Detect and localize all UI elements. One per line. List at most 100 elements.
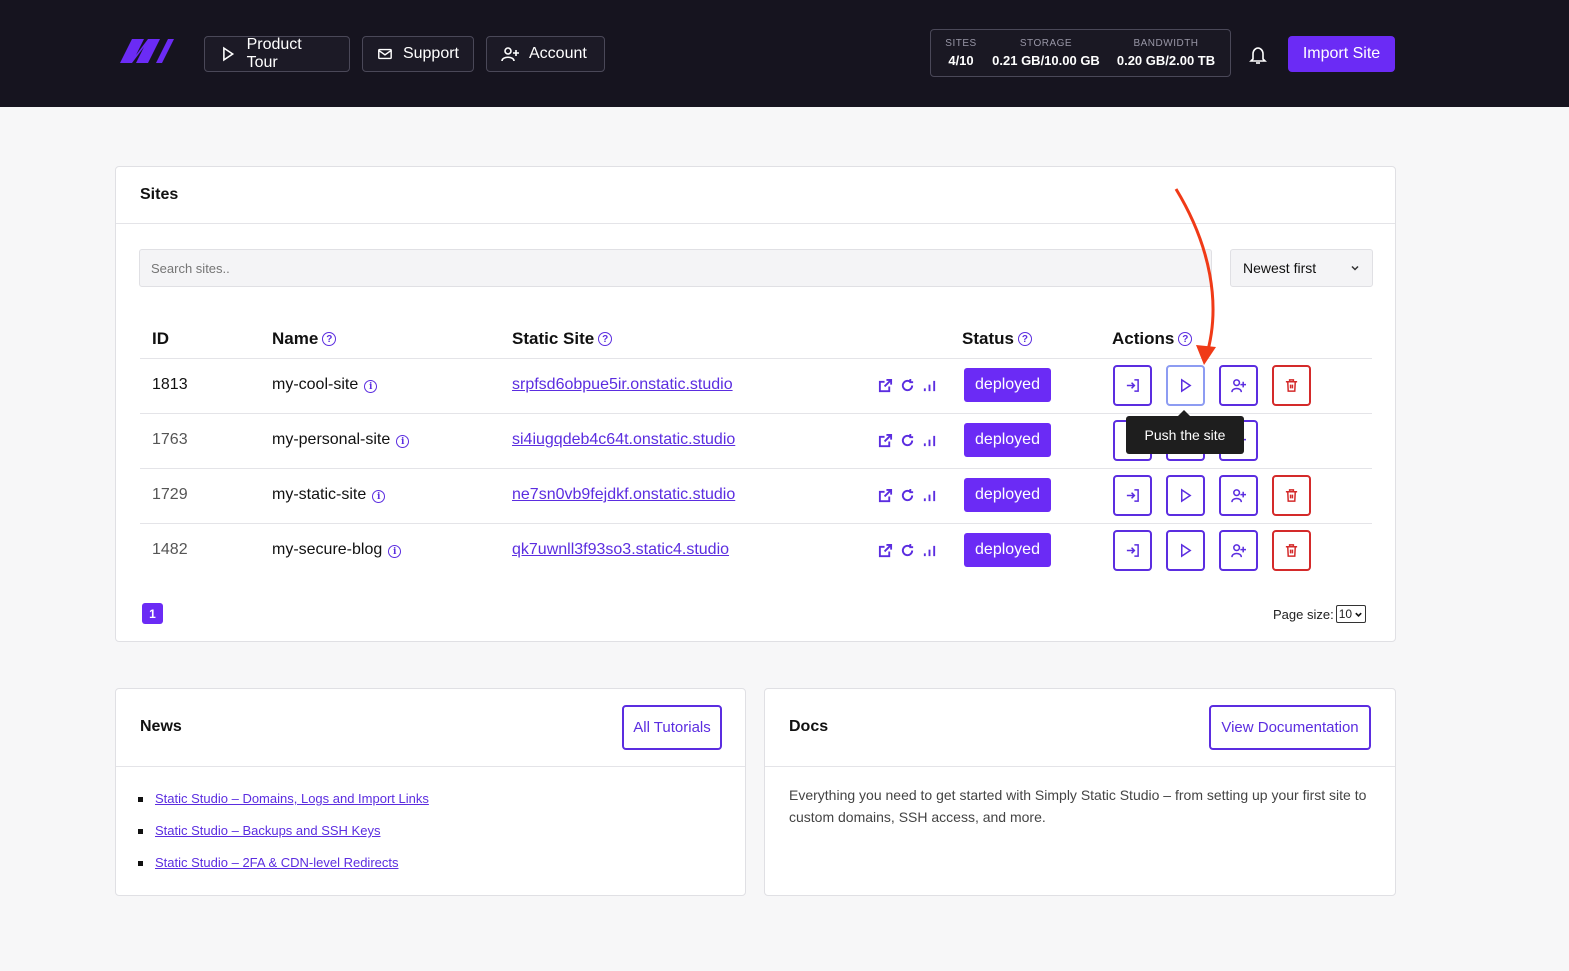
search-input[interactable] [139, 249, 1212, 287]
play-icon [1181, 378, 1192, 393]
product-tour-label: Product Tour [246, 36, 302, 71]
help-icon[interactable]: ? [1017, 332, 1032, 346]
refresh-icon[interactable] [900, 433, 915, 448]
site-name: my-cool-site i [272, 376, 378, 394]
site-id: 1482 [152, 541, 188, 558]
status-badge: deployed [964, 533, 1051, 567]
page-button-1[interactable]: 1 [142, 603, 163, 624]
news-link[interactable]: Static Studio – Domains, Logs and Import… [155, 791, 429, 806]
push-site-button[interactable] [1166, 475, 1205, 516]
docs-title: Docs [789, 718, 829, 735]
external-link-icon[interactable] [878, 433, 893, 448]
refresh-icon[interactable] [900, 543, 915, 558]
add-user-button[interactable] [1219, 530, 1258, 571]
site-quick-actions [878, 433, 937, 448]
site-quick-actions [878, 378, 937, 393]
view-documentation-button[interactable]: View Documentation [1209, 705, 1371, 750]
bell-icon [1249, 47, 1267, 64]
login-icon [1126, 544, 1139, 557]
help-icon[interactable]: ? [322, 332, 337, 346]
column-actions-label: Actions [1112, 329, 1175, 348]
support-button[interactable]: Support [362, 36, 474, 72]
site-name-text: my-personal-site [272, 431, 391, 448]
info-icon[interactable]: i [364, 380, 378, 393]
product-tour-button[interactable]: Product Tour [204, 36, 350, 72]
refresh-icon[interactable] [900, 488, 915, 503]
info-icon[interactable]: i [372, 490, 386, 503]
stat-bandwidth-label: BANDWIDTH [1133, 38, 1199, 49]
column-static-label: Static Site [512, 329, 595, 348]
account-label: Account [529, 45, 587, 62]
login-button[interactable] [1113, 530, 1152, 571]
delete-button[interactable] [1272, 365, 1311, 406]
all-tutorials-button[interactable]: All Tutorials [622, 705, 722, 750]
status-badge: deployed [964, 478, 1051, 512]
site-url-link[interactable]: qk7uwnll3f93so3.static4.studio [512, 541, 729, 559]
docs-description: Everything you need to get started with … [789, 787, 1367, 825]
column-id-label: ID [152, 329, 169, 348]
help-icon[interactable]: ? [598, 332, 613, 346]
external-link-icon[interactable] [878, 543, 893, 558]
login-button[interactable] [1113, 475, 1152, 516]
logo-icon[interactable] [116, 33, 176, 67]
site-url-link[interactable]: si4iugqdeb4c64t.onstatic.studio [512, 431, 735, 449]
stats-icon[interactable] [922, 488, 937, 503]
news-title: News [140, 718, 182, 735]
user-plus-icon [1231, 379, 1246, 393]
docs-card: Docs View Documentation Everything you n… [764, 688, 1396, 896]
list-item: Static Studio – 2FA & CDN-level Redirect… [138, 855, 429, 887]
stats-icon[interactable] [922, 378, 937, 393]
add-user-button[interactable] [1219, 475, 1258, 516]
trash-icon [1285, 489, 1298, 502]
delete-button[interactable] [1272, 530, 1311, 571]
news-link[interactable]: Static Studio – Backups and SSH Keys [155, 823, 380, 838]
user-plus-icon [1231, 544, 1246, 558]
stat-sites-label: SITES [945, 38, 977, 49]
info-icon[interactable]: i [388, 545, 402, 558]
external-link-icon[interactable] [878, 378, 893, 393]
page-size-label: Page size: [1273, 606, 1334, 622]
stats-icon[interactable] [922, 543, 937, 558]
external-link-icon[interactable] [878, 488, 893, 503]
play-icon [1181, 543, 1192, 558]
login-button[interactable] [1113, 365, 1152, 406]
site-quick-actions [878, 488, 937, 503]
refresh-icon[interactable] [900, 378, 915, 393]
site-url-link[interactable]: srpfsd6obpue5ir.onstatic.studio [512, 376, 733, 394]
site-name-text: my-static-site [272, 486, 367, 503]
user-plus-icon [501, 47, 519, 62]
push-site-button[interactable] [1166, 530, 1205, 571]
login-icon [1126, 379, 1139, 392]
news-link[interactable]: Static Studio – 2FA & CDN-level Redirect… [155, 855, 399, 870]
sort-select[interactable]: Newest first [1230, 249, 1373, 287]
stat-bandwidth: BANDWIDTH 0.20 GB/2.00 TB [1111, 38, 1221, 68]
stat-storage-value: 0.21 GB/10.00 GB [992, 53, 1100, 68]
site-id: 1763 [152, 431, 188, 448]
stats-icon[interactable] [922, 433, 937, 448]
usage-stats: SITES 4/10 STORAGE 0.21 GB/10.00 GB BAND… [930, 29, 1231, 77]
site-url-link[interactable]: ne7sn0vb9fejdkf.onstatic.studio [512, 486, 735, 504]
info-icon[interactable]: i [396, 435, 410, 448]
site-name: my-secure-blog i [272, 541, 402, 559]
list-item: Static Studio – Domains, Logs and Import… [138, 791, 429, 823]
trash-icon [1285, 379, 1298, 392]
column-static-site: Static Site? [512, 329, 613, 349]
import-site-button[interactable]: Import Site [1288, 36, 1395, 72]
site-name-text: my-cool-site [272, 376, 359, 393]
news-list: Static Studio – Domains, Logs and Import… [138, 791, 429, 887]
row-divider [140, 523, 1372, 524]
news-card: News All Tutorials Static Studio – Domai… [115, 688, 746, 896]
page-size-select[interactable]: 10 [1335, 605, 1367, 623]
sort-value: Newest first [1243, 260, 1317, 276]
notifications-button[interactable] [1248, 45, 1268, 65]
trash-icon [1285, 544, 1298, 557]
list-item: Static Studio – Backups and SSH Keys [138, 823, 429, 855]
delete-button[interactable] [1272, 475, 1311, 516]
push-site-tooltip: Push the site [1126, 410, 1244, 454]
column-name: Name? [272, 329, 337, 349]
page-size-value: 10 [1338, 607, 1353, 621]
column-id: ID [152, 329, 169, 349]
account-button[interactable]: Account [486, 36, 605, 72]
stat-sites: SITES 4/10 [941, 38, 981, 68]
sites-title: Sites [140, 186, 179, 203]
